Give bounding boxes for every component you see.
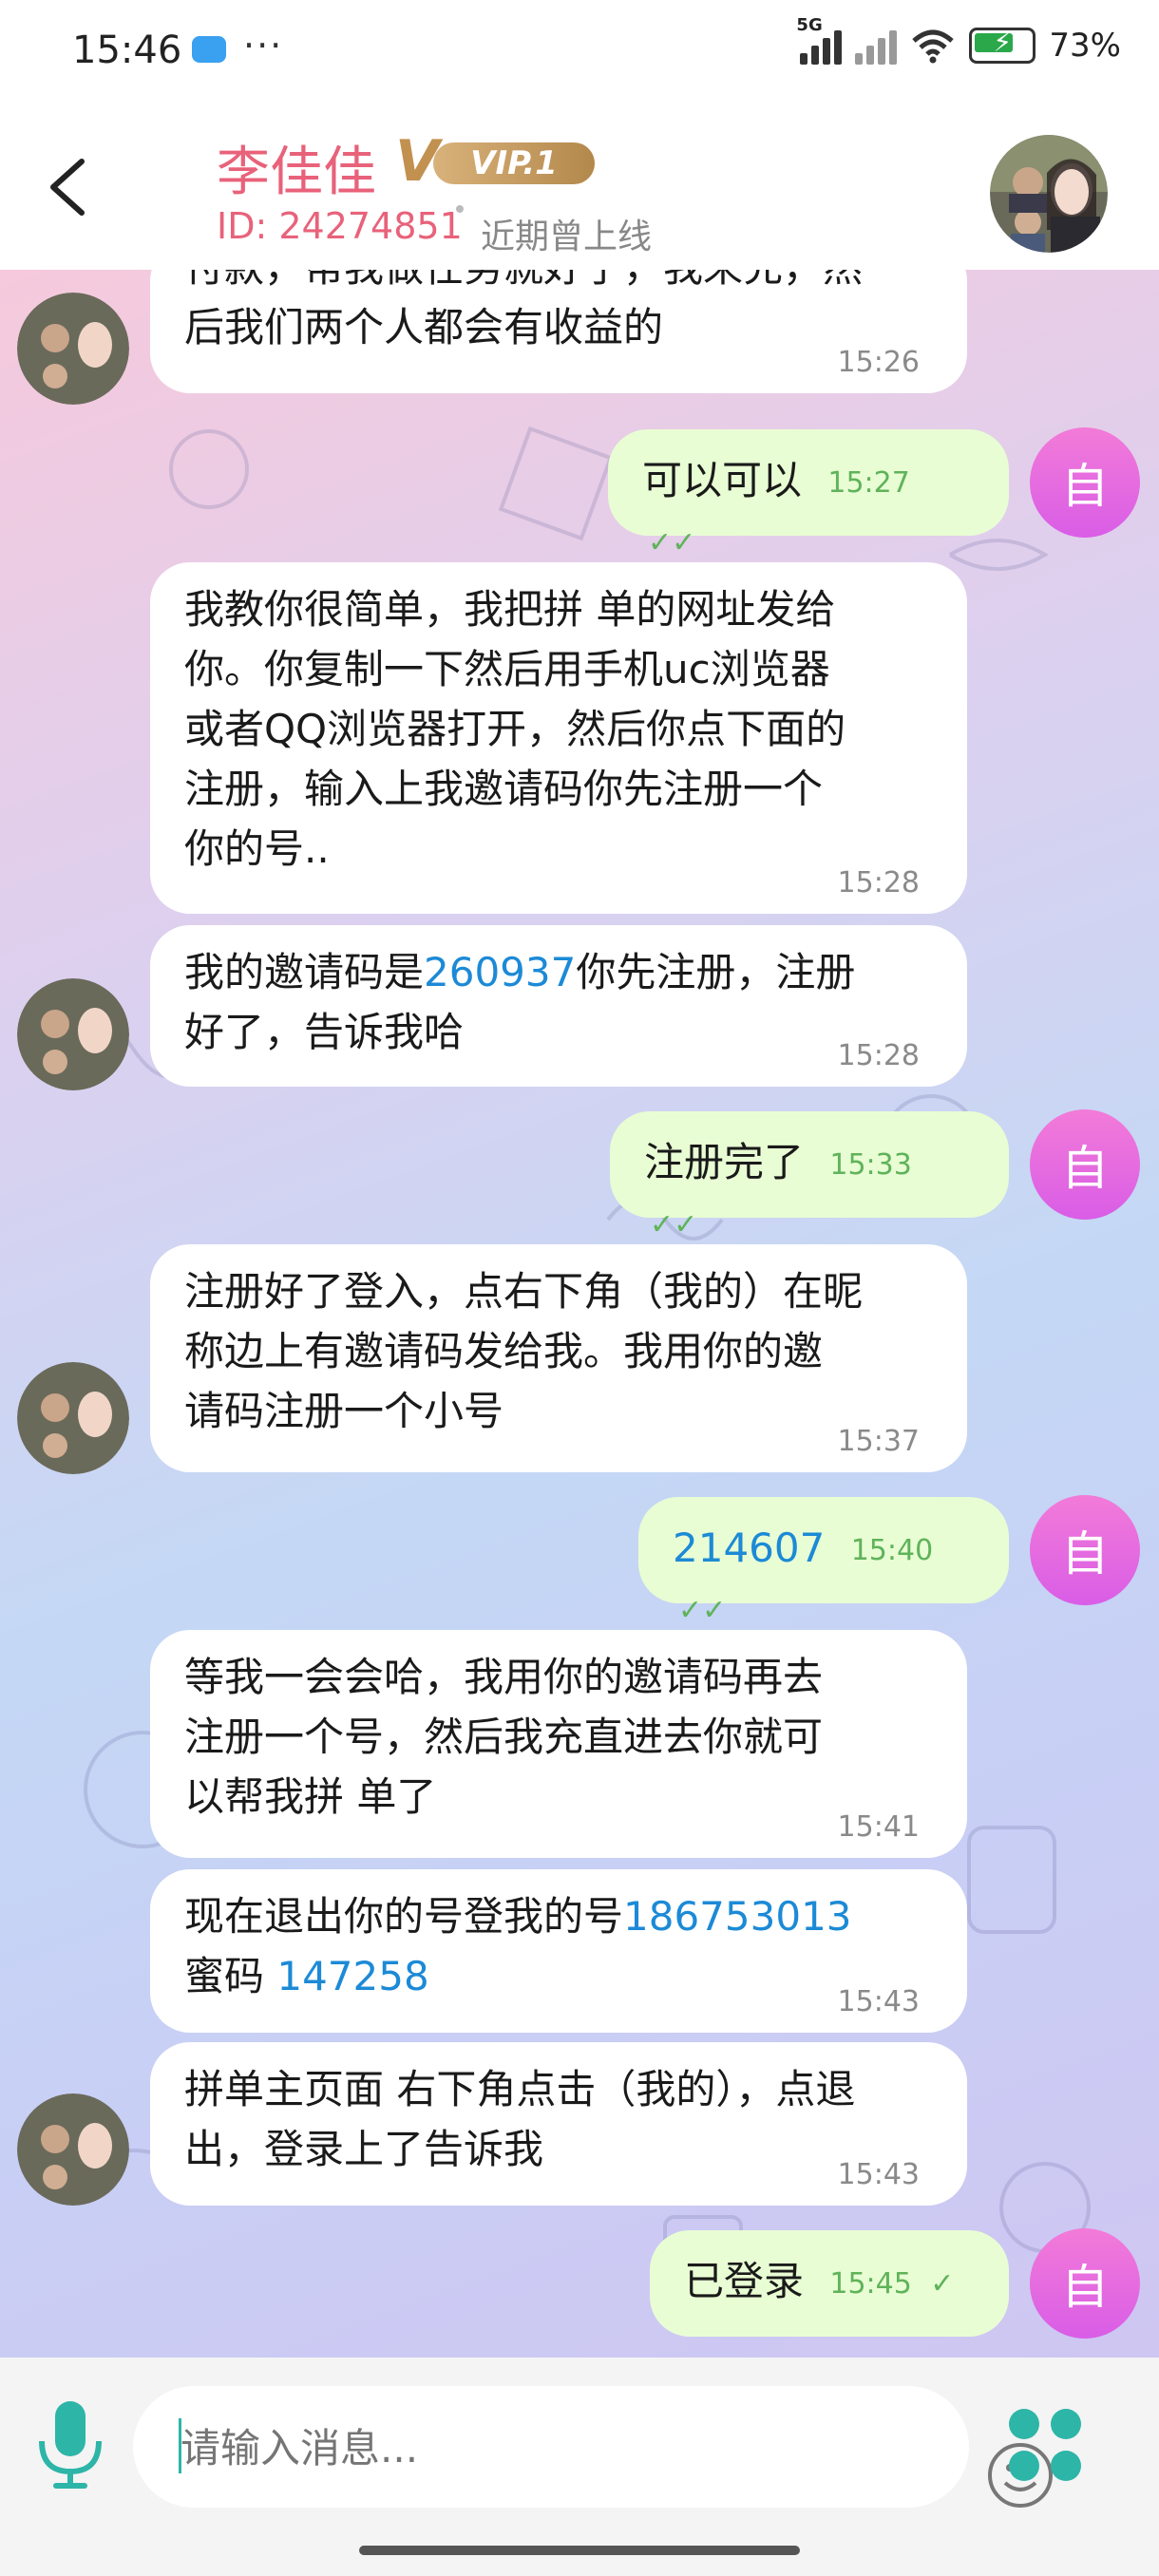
message-outgoing[interactable]: 注册完了 15:33 ✓✓ <box>610 1111 1009 1241</box>
message-text: 已登录 <box>684 2258 805 2304</box>
message-incoming[interactable]: 注册好了登入，点右下角（我的）在昵 称边上有邀请码发给我。我用你的邀 请码注册一… <box>150 1244 967 1472</box>
chat-header: 李佳佳 VIP.1 V ID: 24274851 近期曾上线 <box>0 106 1159 270</box>
message-text: 可以可以 <box>642 457 803 503</box>
message-time: 15:37 <box>837 1425 920 1458</box>
message-incoming[interactable]: 我的邀请码是260937你先注册，注册 好了，告诉我哈 15:28 <box>150 925 967 1087</box>
home-indicator[interactable] <box>359 2546 800 2555</box>
self-avatar[interactable]: 自 <box>1030 427 1140 538</box>
message-line: 付款，帮我做任务就好了，我来充，然 <box>184 270 929 297</box>
self-avatar[interactable]: 自 <box>1030 1109 1140 1220</box>
message-line: 后我们两个人都会有收益的 <box>184 304 664 350</box>
message-input[interactable] <box>179 2415 752 2481</box>
message-line: 你。你复制一下然后用手机uc浏览器 <box>184 646 830 692</box>
message-line: 请码注册一个小号 <box>184 1388 504 1434</box>
vip-badge: VIP.1 V <box>395 128 598 195</box>
message-line: 注册好了登入，点右下角（我的）在昵 <box>184 1268 864 1315</box>
message-line: 我教你很简单，我把拼 单的网址发给 <box>184 586 836 633</box>
message-incoming[interactable]: 拼单主页面 右下角点击（我的），点退 出，登录上了告诉我 15:43 <box>150 2042 967 2206</box>
message-time: 15:45 <box>829 2266 912 2301</box>
message-time: 15:28 <box>837 866 920 900</box>
battery-percent: 73% <box>1049 27 1121 65</box>
password-link[interactable]: 147258 <box>276 1953 428 1999</box>
message-text: 我的邀请码是 <box>184 949 425 995</box>
message-incoming[interactable]: 我教你很简单，我把拼 单的网址发给 你。你复制一下然后用手机uc浏览器 或者QQ… <box>150 562 967 914</box>
message-line: 出，登录上了告诉我 <box>184 2126 544 2172</box>
message-time: 15:27 <box>827 465 910 500</box>
message-outgoing[interactable]: 已登录 15:45 ✓ <box>650 2230 1009 2337</box>
message-line: 你的号.. <box>184 825 330 872</box>
message-line: 好了，告诉我哈 <box>184 1009 465 1055</box>
contact-avatar-small[interactable] <box>17 978 129 1090</box>
message-line: 注册一个号，然后我充直进去你就可 <box>184 1714 824 1760</box>
message-time: 15:43 <box>837 2158 920 2191</box>
contact-avatar-small[interactable] <box>17 293 129 405</box>
status-bar: 15:46 ··· 5G ⚡ 73% <box>0 0 1159 106</box>
message-line: 或者QQ浏览器打开，然后你点下面的 <box>184 706 846 752</box>
message-incoming[interactable]: 现在退出你的号登我的号186753013 蜜码 147258 15:43 <box>150 1869 967 2033</box>
message-time: 15:41 <box>837 1810 920 1844</box>
back-arrow-icon[interactable] <box>38 154 104 220</box>
signal-sim2-icon <box>855 27 898 65</box>
message-outgoing[interactable]: 可以可以 15:27 ✓✓ <box>608 429 1009 559</box>
signal-5g-icon: 5G <box>796 15 843 65</box>
message-line: 等我一会会哈，我用你的邀请码再去 <box>184 1654 824 1700</box>
message-time: 15:28 <box>837 1039 920 1072</box>
self-avatar[interactable]: 自 <box>1030 1495 1140 1605</box>
contact-avatar-small[interactable] <box>17 2093 129 2206</box>
message-line: 注册，输入上我邀请码你先注册一个 <box>184 766 824 812</box>
contact-name: 李佳佳 <box>217 142 376 203</box>
online-status: 近期曾上线 <box>481 218 653 256</box>
delivered-tick-icon: ✓ <box>930 2267 955 2301</box>
status-dot <box>456 205 464 213</box>
message-time: 15:26 <box>837 346 920 379</box>
message-text: 注册完了 <box>644 1139 805 1185</box>
message-text: 你先注册，注册 <box>576 949 856 995</box>
microphone-icon[interactable] <box>32 2397 108 2492</box>
message-time: 15:43 <box>837 1985 920 2018</box>
message-line: 称边上有邀请码发给我。我用你的邀 <box>184 1328 824 1374</box>
wifi-icon <box>912 29 955 64</box>
vip-v-icon: V <box>395 128 440 195</box>
more-options-grid-icon[interactable] <box>1005 2405 1085 2485</box>
account-number-link[interactable]: 186753013 <box>623 1893 852 1940</box>
message-incoming[interactable]: 付款，帮我做任务就好了，我来充，然 后我们两个人都会有收益的 15:26 <box>150 270 967 393</box>
more-notifications-icon: ··· <box>243 25 284 66</box>
message-input-container[interactable] <box>133 2386 1053 2508</box>
message-incoming[interactable]: 等我一会会哈，我用你的邀请码再去 注册一个号，然后我充直进去你就可 以帮我拼 单… <box>150 1630 967 1858</box>
message-text: 现在退出你的号登我的号 <box>184 1893 624 1940</box>
message-text[interactable]: 214607 <box>673 1525 825 1571</box>
message-outgoing[interactable]: 214607 15:40 ✓✓ <box>638 1497 1009 1627</box>
status-time: 15:46 <box>72 28 182 72</box>
chat-area[interactable]: 付款，帮我做任务就好了，我来充，然 后我们两个人都会有收益的 15:26 可以可… <box>0 270 1159 2358</box>
message-text: 蜜码 <box>184 1953 277 1999</box>
self-avatar[interactable]: 自 <box>1030 2228 1140 2339</box>
invite-code-link[interactable]: 260937 <box>424 949 576 995</box>
contact-avatar-small[interactable] <box>17 1362 129 1474</box>
message-line: 拼单主页面 右下角点击（我的），点退 <box>184 2066 856 2112</box>
battery-icon: ⚡ <box>969 27 1036 64</box>
user-id: ID: 24274851 <box>217 205 463 247</box>
message-time: 15:33 <box>829 1147 912 1182</box>
message-time: 15:40 <box>850 1533 934 1567</box>
contact-avatar[interactable] <box>990 135 1108 253</box>
input-bar <box>0 2358 1159 2576</box>
cloud-icon <box>192 36 226 63</box>
message-line: 以帮我拼 单了 <box>184 1773 437 1820</box>
